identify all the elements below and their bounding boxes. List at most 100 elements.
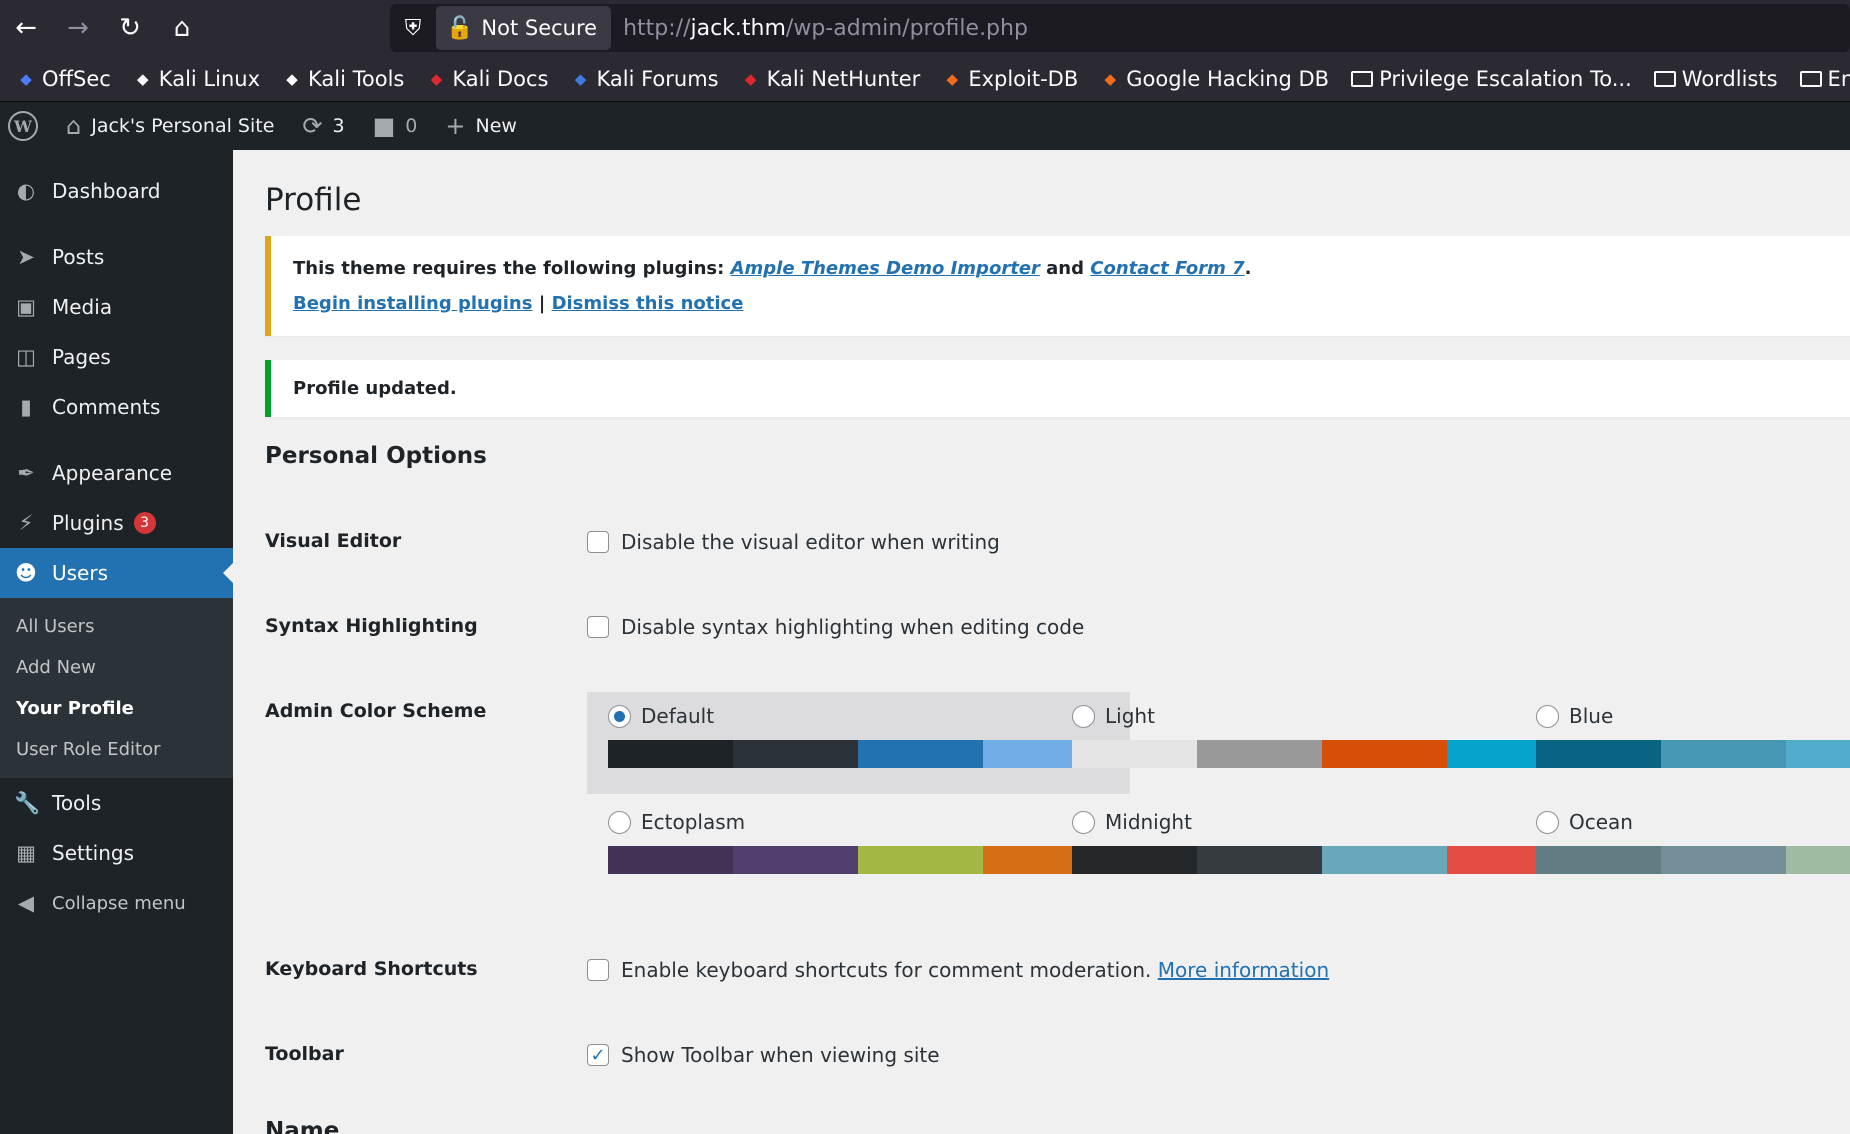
updates-menu[interactable]: ⟳ 3 <box>288 102 358 150</box>
more-information-link[interactable]: More information <box>1158 958 1329 982</box>
notice-period: . <box>1244 258 1252 279</box>
color-scheme-swatches <box>1536 846 1850 874</box>
color-scheme-swatches <box>1072 740 1572 768</box>
submenu-add-new[interactable]: Add New <box>0 647 233 688</box>
sidebar-item-label: Media <box>52 295 113 319</box>
bookmark-item[interactable]: ◆ Kali NetHunter <box>741 66 921 91</box>
color-scheme-option[interactable]: Ocean <box>1515 798 1850 900</box>
toolbar-row: Toolbar ✓ Show Toolbar when viewing site <box>265 1043 940 1067</box>
bookmark-label: Encode and D <box>1827 66 1850 91</box>
sidebar-item-tools[interactable]: 🔧 Tools <box>0 778 233 828</box>
collapse-icon: ◀ <box>17 891 35 915</box>
syntax-highlighting-checkbox[interactable] <box>587 616 609 638</box>
submenu-your-profile[interactable]: Your Profile <box>0 688 233 729</box>
color-scheme-swatches <box>1536 740 1850 768</box>
bookmark-item[interactable]: Encode and D <box>1799 66 1850 91</box>
bookmark-item[interactable]: ◆ Kali Linux <box>133 67 260 91</box>
color-scheme-radio[interactable] <box>1072 810 1095 834</box>
color-scheme-radio[interactable] <box>1536 810 1559 834</box>
color-scheme-option[interactable]: Midnight <box>1051 798 1594 900</box>
visual-editor-label: Visual Editor <box>265 530 402 552</box>
color-scheme-swatches <box>608 846 1108 874</box>
bookmark-item[interactable]: Privilege Escalation To... <box>1351 67 1632 91</box>
color-scheme-radio[interactable] <box>608 704 631 728</box>
submenu-all-users[interactable]: All Users <box>0 606 233 647</box>
ghdb-icon: ◆ <box>1104 69 1117 88</box>
url-bar[interactable]: ⛨ 🔓 Not Secure http://jack.thm/wp-admin/… <box>390 4 1850 52</box>
color-scheme-option[interactable]: Light <box>1051 692 1594 794</box>
sidebar-item-users[interactable]: ☻ Users <box>0 548 233 598</box>
bookmark-item[interactable]: ◆ Kali Docs <box>426 67 549 91</box>
syntax-highlighting-row: Syntax Highlighting Disable syntax highl… <box>265 615 1084 639</box>
notice-actions: Begin installing plugins | Dismiss this … <box>293 293 1843 314</box>
plugin-link-contact-form[interactable]: Contact Form 7 <box>1090 258 1244 279</box>
sidebar-item-plugins[interactable]: ⚡ Plugins 3 <box>0 498 233 548</box>
color-scheme-option[interactable]: Blue <box>1515 692 1850 794</box>
color-scheme-name-row: Blue <box>1536 704 1850 728</box>
bookmark-label: Google Hacking DB <box>1126 66 1330 91</box>
bookmarks-toolbar: ◆ OffSec ◆ Kali Linux ◆ Kali Tools ◆ Kali Docs ◆… <box>0 56 1850 102</box>
url-text[interactable]: http://jack.thm/wp-admin/profile.php <box>623 16 1028 41</box>
color-swatch <box>733 846 858 874</box>
new-content-menu[interactable]: + New <box>431 102 531 150</box>
color-scheme-label: Admin Color Scheme <box>265 700 487 722</box>
back-arrow-icon[interactable]: ← <box>0 0 52 56</box>
color-swatch <box>733 740 858 768</box>
color-scheme-row: Admin Color Scheme <box>265 700 587 722</box>
brush-icon: ✒ <box>17 461 35 485</box>
bookmark-label: Kali Tools <box>308 66 405 91</box>
toolbar-label: Toolbar <box>265 1043 344 1065</box>
bookmark-label: Kali NetHunter <box>766 66 921 91</box>
main-content: Profile This theme requires the followin… <box>233 150 1850 1134</box>
site-name: Jack's Personal Site <box>91 115 275 137</box>
color-scheme-option[interactable]: Default <box>587 692 1130 794</box>
color-scheme-option[interactable]: Ectoplasm <box>587 798 1130 900</box>
sidebar-item-label: Posts <box>52 245 105 269</box>
bookmark-item[interactable]: ◆ OffSec <box>16 67 111 91</box>
notice-separator: | <box>532 293 552 314</box>
toolbar-checkbox[interactable]: ✓ <box>587 1044 609 1066</box>
color-scheme-swatches <box>1072 846 1572 874</box>
personal-options-title: Personal Options <box>265 443 487 469</box>
plugin-link-ample-importer[interactable]: Ample Themes Demo Importer <box>731 258 1040 279</box>
sidebar-item-pages[interactable]: ◫ Pages <box>0 332 233 382</box>
not-secure-badge[interactable]: 🔓 Not Secure <box>436 6 612 50</box>
site-name-menu[interactable]: ⌂ Jack's Personal Site <box>52 102 288 150</box>
keyboard-shortcuts-row: Keyboard Shortcuts Enable keyboard short… <box>265 958 1329 982</box>
not-secure-label: Not Secure <box>481 16 598 40</box>
dashboard-icon: ◐ <box>16 179 36 203</box>
wp-admin-bar: W ⌂ Jack's Personal Site ⟳ 3 ■ 0 + New <box>0 102 1850 150</box>
comments-menu[interactable]: ■ 0 <box>359 102 432 150</box>
bookmark-item[interactable]: Wordlists <box>1653 67 1778 91</box>
color-scheme-radio[interactable] <box>1536 704 1559 728</box>
plugin-icon: ⚡ <box>18 511 34 535</box>
forward-arrow-icon[interactable]: → <box>52 0 104 56</box>
color-scheme-radio[interactable] <box>1072 704 1095 728</box>
bookmark-item[interactable]: ◆ Exploit-DB <box>942 67 1079 91</box>
sidebar-item-appearance[interactable]: ✒ Appearance <box>0 448 233 498</box>
keyboard-shortcuts-checkbox[interactable] <box>587 959 609 981</box>
bookmark-item[interactable]: ◆ Kali Forums <box>570 67 719 91</box>
wp-logo-menu[interactable]: W <box>0 102 52 150</box>
color-scheme-name-row: Light <box>1072 704 1573 728</box>
bookmark-item[interactable]: ◆ Google Hacking DB <box>1100 67 1329 91</box>
submenu-user-role-editor[interactable]: User Role Editor <box>0 729 233 770</box>
shield-icon[interactable]: ⛨ <box>390 16 436 41</box>
sidebar-collapse-menu[interactable]: ◀ Collapse menu <box>0 878 233 928</box>
page-title: Profile <box>265 182 362 218</box>
bookmark-item[interactable]: ◆ Kali Tools <box>282 67 404 91</box>
sidebar-item-dashboard[interactable]: ◐ Dashboard <box>0 166 233 216</box>
sidebar-item-posts[interactable]: ➤ Posts <box>0 232 233 282</box>
pin-icon: ➤ <box>17 245 35 269</box>
color-scheme-radio[interactable] <box>608 810 631 834</box>
broken-lock-icon: 🔓 <box>446 15 474 41</box>
begin-installing-link[interactable]: Begin installing plugins <box>293 293 532 314</box>
sidebar-item-settings[interactable]: ▦ Settings <box>0 828 233 878</box>
notice-prefix: This theme requires the following plugin… <box>293 258 731 279</box>
sidebar-item-comments[interactable]: ▮ Comments <box>0 382 233 432</box>
visual-editor-checkbox[interactable] <box>587 531 609 553</box>
dismiss-notice-link[interactable]: Dismiss this notice <box>552 293 744 314</box>
home-icon[interactable]: ⌂ <box>156 0 208 56</box>
reload-icon[interactable]: ↻ <box>104 0 156 56</box>
sidebar-item-media[interactable]: ▣ Media <box>0 282 233 332</box>
